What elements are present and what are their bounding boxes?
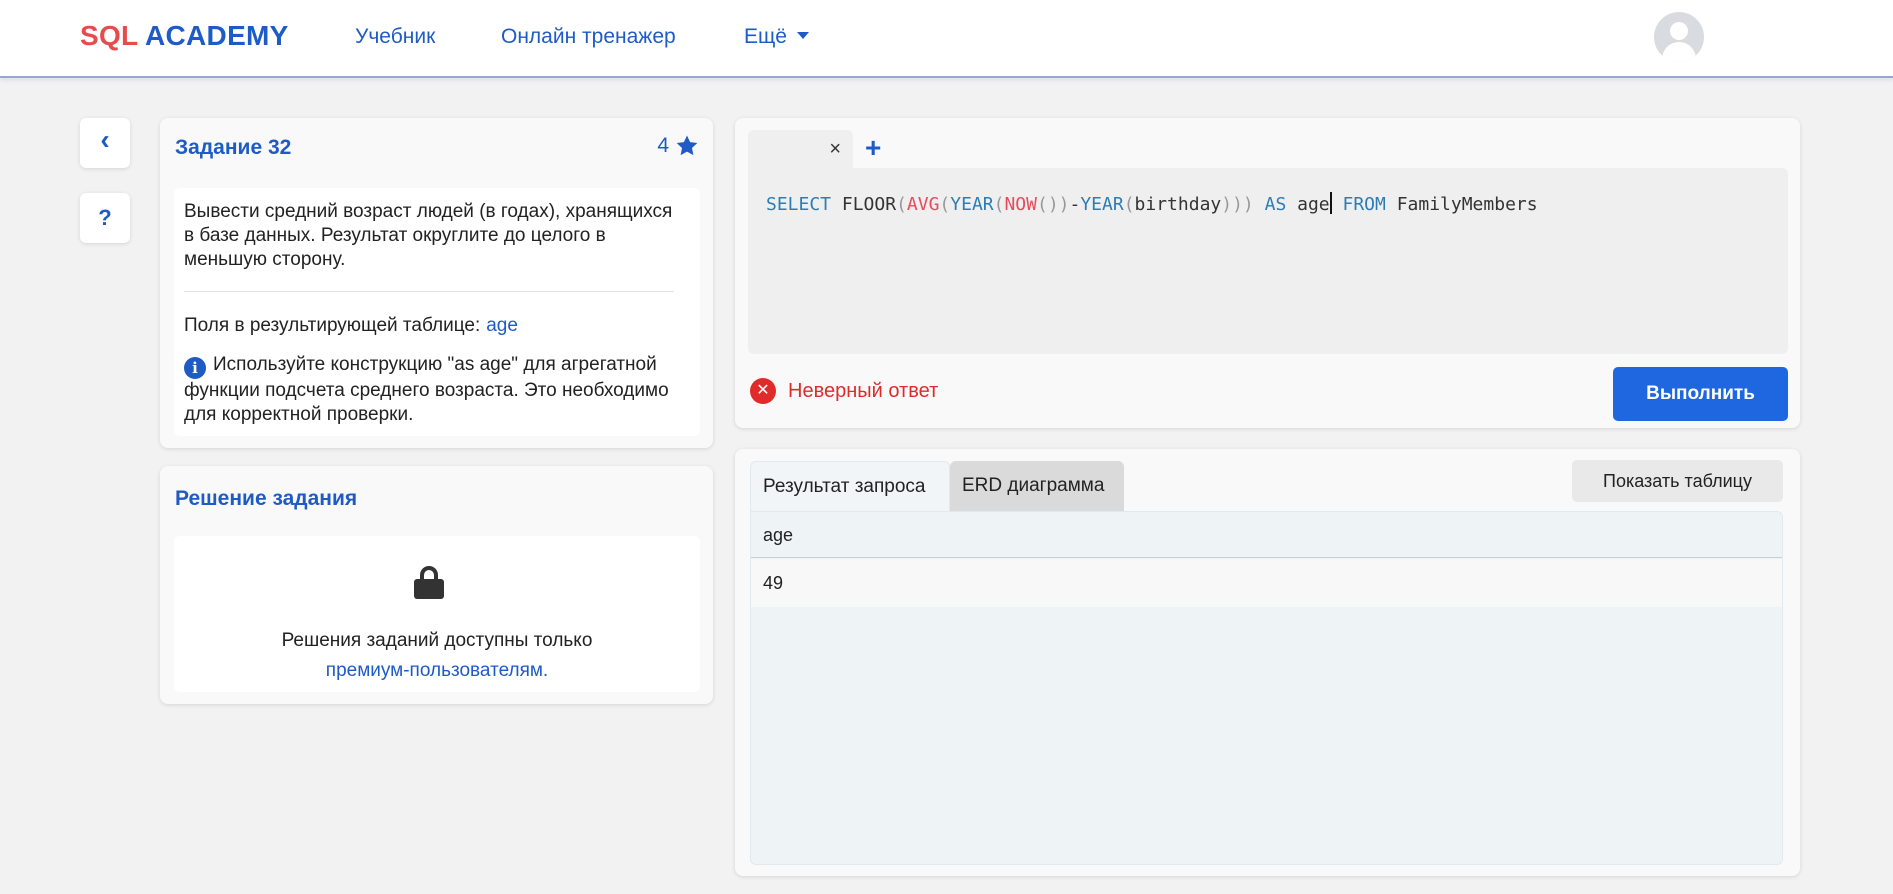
nav-more-label: Ещё (744, 25, 787, 48)
error-text: Неверный ответ (788, 379, 939, 402)
task-stars: 4 (657, 134, 699, 158)
top-header: SQL ACADEMY Учебник Онлайн тренажер Ещё (0, 0, 1893, 78)
nav-online-trainer[interactable]: Онлайн тренажер (501, 25, 676, 49)
error-status: ✕ Неверный ответ (750, 378, 938, 404)
sql-editor[interactable]: SELECT FLOOR(AVG(YEAR(NOW())-YEAR(birthd… (748, 168, 1788, 354)
chevron-left-icon: ‹ (100, 124, 110, 155)
star-icon (676, 135, 698, 156)
nav-textbook[interactable]: Учебник (355, 25, 435, 49)
logo[interactable]: SQL ACADEMY (80, 20, 289, 52)
stars-count: 4 (657, 134, 669, 157)
text-cursor (1329, 192, 1332, 214)
hint-text: Используйте конструкцию "as age" для агр… (184, 354, 669, 425)
task-title: Задание 32 (175, 136, 292, 159)
add-tab-button[interactable]: + (865, 132, 881, 164)
task-description: Вывести средний возраст людей (в годах),… (184, 201, 673, 270)
result-table: age 49 (750, 511, 1783, 865)
task-body: Вывести средний возраст людей (в годах),… (174, 188, 700, 436)
error-icon: ✕ (750, 378, 776, 404)
column-header: age (751, 512, 1782, 558)
avatar[interactable] (1654, 12, 1704, 62)
divider (184, 291, 674, 292)
help-button[interactable]: ? (80, 193, 130, 243)
avatar-head (1670, 22, 1688, 40)
chevron-down-icon (796, 31, 809, 39)
info-icon: i (184, 357, 206, 379)
solution-title: Решение задания (175, 487, 358, 510)
editor-card: × + SELECT FLOOR(AVG(YEAR(NOW())-YEAR(bi… (735, 118, 1800, 428)
tab-query-result[interactable]: Результат запроса (750, 461, 950, 511)
task-hint: i Используйте конструкцию "as age" для аг… (184, 353, 684, 427)
run-button[interactable]: Выполнить (1613, 367, 1788, 421)
solution-card: Решение задания Решения заданий доступны… (160, 466, 713, 704)
lock-icon (414, 566, 444, 599)
solution-message: Решения заданий доступны только (281, 630, 593, 651)
table-row: 49 (751, 559, 1782, 607)
avatar-body (1662, 42, 1696, 62)
result-fields: Поля в результирующей таблице: age (184, 315, 518, 337)
result-card: Результат запроса ERD диаграмма Показать… (735, 449, 1800, 876)
logo-academy: ACADEMY (145, 20, 289, 51)
nav-more[interactable]: Ещё (744, 25, 809, 49)
task-card: Задание 32 4 Вывести средний возраст люд… (160, 118, 713, 448)
fields-value: age (486, 315, 518, 336)
table-cell: 49 (763, 573, 784, 593)
fields-label: Поля в результирующей таблице: (184, 315, 481, 336)
tab-erd-diagram[interactable]: ERD диаграмма (950, 461, 1124, 511)
editor-tab[interactable]: × (748, 130, 853, 172)
solution-text: Решения заданий доступны только премиум-… (174, 626, 700, 686)
sql-code[interactable]: SELECT FLOOR(AVG(YEAR(NOW())-YEAR(birthd… (766, 192, 1538, 215)
question-icon: ? (98, 205, 112, 230)
premium-link[interactable]: премиум-пользователям. (174, 656, 700, 686)
close-icon[interactable]: × (829, 138, 841, 161)
show-table-button[interactable]: Показать таблицу (1572, 460, 1783, 502)
back-button[interactable]: ‹ (80, 118, 130, 168)
logo-sql: SQL (80, 20, 138, 51)
solution-body: Решения заданий доступны только премиум-… (174, 536, 700, 692)
